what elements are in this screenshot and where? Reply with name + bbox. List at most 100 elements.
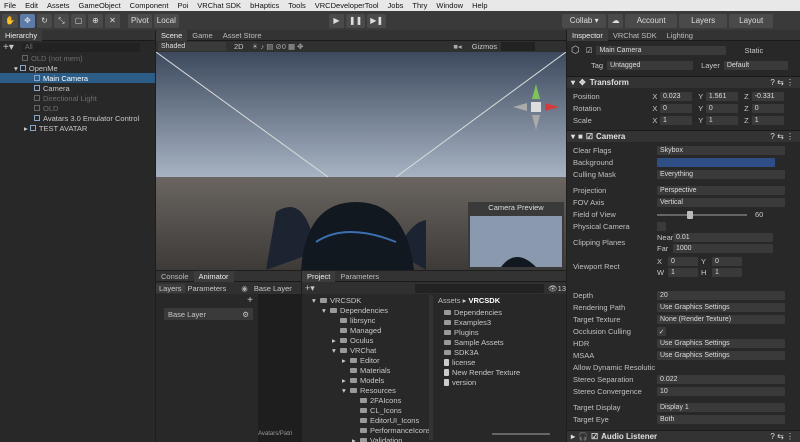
camera-value-field[interactable]: Skybox <box>657 146 785 155</box>
tab-project[interactable]: Project <box>302 271 336 282</box>
object-name-input[interactable]: Main Camera <box>596 45 727 55</box>
tab-parameters[interactable]: Parameters <box>185 284 230 293</box>
checkbox[interactable]: ✓ <box>657 327 666 336</box>
project-folder[interactable]: Materials <box>302 365 432 375</box>
hierarchy-item-emulator[interactable]: Avatars 3.0 Emulator Control <box>0 113 155 123</box>
local-button[interactable]: Local <box>153 13 179 28</box>
camera-value-field[interactable]: 0.022 <box>657 375 785 384</box>
project-folder[interactable]: ▸ Validation <box>302 435 432 442</box>
menu-item[interactable]: VRChat SDK <box>197 1 241 10</box>
shading-dropdown[interactable]: Shaded <box>158 42 226 51</box>
viewport-field[interactable]: 1 <box>668 267 698 277</box>
step-button[interactable]: ▶❚ <box>367 13 387 28</box>
camera-value-field[interactable]: Both <box>657 415 785 424</box>
transform-value-field[interactable]: -0.331 <box>751 92 784 101</box>
gizmos-dropdown[interactable]: Gizmos <box>472 42 497 51</box>
menu-item[interactable]: Component <box>130 1 169 10</box>
play-button[interactable]: ▶ <box>328 13 344 28</box>
project-folder[interactable]: ▾ VRCSDK <box>302 295 432 305</box>
tab-lighting[interactable]: Lighting <box>662 30 698 41</box>
hierarchy-item-directional-light[interactable]: Directional Light <box>0 93 155 103</box>
transform-value-field[interactable]: 0 <box>751 104 784 113</box>
project-folder[interactable]: CL_Icons <box>302 405 432 415</box>
hierarchy-item-old-2[interactable]: OLD <box>0 103 155 113</box>
project-folder[interactable]: ▾ Dependencies <box>302 305 432 315</box>
camera-value-field[interactable]: None (Render Texture) <box>657 315 785 324</box>
camera-value-field[interactable]: 20 <box>657 291 785 300</box>
eye-icon[interactable]: ◉ <box>241 284 248 293</box>
near-clip-field[interactable]: 0.01 <box>673 232 773 242</box>
transform-value-field[interactable]: 0 <box>659 104 693 113</box>
tab-project-parameters[interactable]: Parameters <box>335 271 384 282</box>
tab-animator[interactable]: Animator <box>193 271 234 282</box>
project-folder[interactable]: librsync <box>302 315 432 325</box>
hierarchy-item-old[interactable]: OLD (not mem) <box>0 53 155 63</box>
custom-tool-icon[interactable]: ✕ <box>104 13 120 28</box>
project-file[interactable]: Dependencies <box>444 307 520 317</box>
gear-icon[interactable]: ⚙ <box>242 310 249 319</box>
transform-value-field[interactable]: 1 <box>705 116 739 125</box>
camera-icon[interactable]: ■◂ <box>453 42 461 51</box>
transform-header[interactable]: ▾ ✥ Transform? ⇆ ⋮ <box>567 76 800 88</box>
animator-graph[interactable] <box>258 294 301 442</box>
scale-tool-icon[interactable]: ⤡ <box>53 13 69 28</box>
menu-item[interactable]: GameObject <box>79 1 121 10</box>
tab-console[interactable]: Console <box>156 271 194 282</box>
tab-hierarchy[interactable]: Hierarchy <box>0 30 43 41</box>
camera-value-field[interactable]: 10 <box>657 387 785 396</box>
background-color-swatch[interactable] <box>657 158 775 167</box>
viewport-field[interactable]: 0 <box>712 256 742 266</box>
menu-item[interactable]: Tools <box>288 1 306 10</box>
menu-item[interactable]: File <box>4 1 16 10</box>
tab-game[interactable]: Game <box>187 30 217 41</box>
cloud-icon[interactable]: ☁ <box>608 13 624 28</box>
account-dropdown[interactable]: Account <box>625 13 678 28</box>
rect-tool-icon[interactable]: ▢ <box>70 13 86 28</box>
camera-value-field[interactable]: Vertical <box>657 198 785 207</box>
tab-scene[interactable]: Scene <box>156 30 188 41</box>
hand-tool-icon[interactable]: ✋ <box>2 13 18 28</box>
camera-value-field[interactable]: Perspective <box>657 186 785 195</box>
scene-search-input[interactable] <box>501 42 536 51</box>
project-file[interactable]: Examples3 <box>444 317 520 327</box>
project-folder[interactable]: Managed <box>302 325 432 335</box>
pivot-button[interactable]: Pivot <box>127 13 152 28</box>
collab-button[interactable]: Collab ▾ <box>562 13 607 28</box>
base-layer-item[interactable]: Base Layer ⚙ <box>164 308 253 320</box>
camera-value-field[interactable]: Use Graphics Settings <box>657 351 785 360</box>
project-file[interactable]: version <box>444 377 520 387</box>
far-clip-field[interactable]: 1000 <box>673 243 773 253</box>
menu-item[interactable]: Window <box>436 1 463 10</box>
static-toggle[interactable]: Static <box>744 46 763 55</box>
project-search-input[interactable] <box>414 283 545 293</box>
transform-value-field[interactable]: 1.561 <box>705 92 739 101</box>
scene-view[interactable] <box>156 52 566 270</box>
tab-inspector[interactable]: Inspector <box>567 30 608 41</box>
menu-item[interactable]: Thry <box>412 1 427 10</box>
transform-value-field[interactable]: 0.023 <box>659 92 693 101</box>
menu-item[interactable]: Assets <box>47 1 70 10</box>
project-file[interactable]: license <box>444 357 520 367</box>
scene-effects-icons[interactable]: ☀ ♪ ▤ ⊘0 ▦ ✥ <box>252 42 304 51</box>
camera-value-field[interactable]: Everything <box>657 170 785 179</box>
camera-header[interactable]: ▾ ■ ☑ Camera? ⇆ ⋮ <box>567 130 800 142</box>
menu-item[interactable]: Jobs <box>388 1 404 10</box>
transform-tool-icon[interactable]: ⊕ <box>87 13 103 28</box>
tab-asset-store[interactable]: Asset Store <box>218 30 267 41</box>
project-file[interactable]: Sample Assets <box>444 337 520 347</box>
hierarchy-item-openme[interactable]: ▾ OpenMe <box>0 63 155 73</box>
transform-value-field[interactable]: 1 <box>659 116 693 125</box>
hierarchy-item-main-camera[interactable]: Main Camera <box>0 73 155 83</box>
transform-value-field[interactable]: 0 <box>705 104 739 113</box>
menu-item[interactable]: Help <box>472 1 487 10</box>
project-folder[interactable]: ▾ VRChat <box>302 345 432 355</box>
add-icon[interactable]: +▾ <box>3 42 14 53</box>
layer-dropdown[interactable]: Default <box>723 60 788 70</box>
menu-item[interactable]: Poi <box>177 1 188 10</box>
viewport-field[interactable]: 1 <box>712 267 742 277</box>
2d-toggle[interactable]: 2D <box>234 42 244 51</box>
project-folder[interactable]: ▸ Models <box>302 375 432 385</box>
pause-button[interactable]: ❚❚ <box>345 13 366 28</box>
hierarchy-item-camera[interactable]: Camera <box>0 83 155 93</box>
active-checkbox[interactable]: ☑ <box>586 46 593 55</box>
